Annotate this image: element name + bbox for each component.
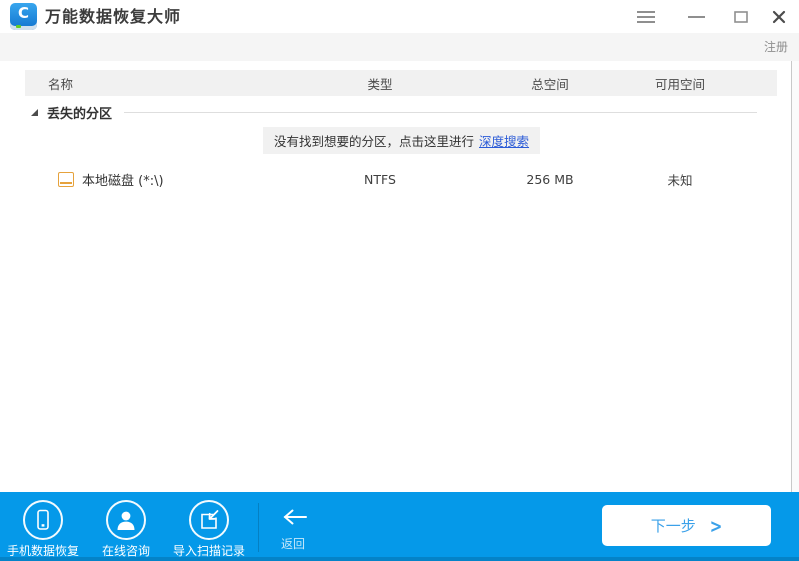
- app-window: C 万能数据恢复大师 注册 名称 类型 总空间 可用空间 丢失的分区 没有找到想…: [0, 0, 799, 561]
- app-logo-letter: C: [17, 4, 29, 22]
- expander-icon[interactable]: [31, 108, 38, 116]
- disk-type-label: NTFS: [364, 171, 396, 187]
- close-button[interactable]: [763, 0, 795, 33]
- register-link[interactable]: 注册: [764, 33, 788, 61]
- window-right-edge: [791, 61, 799, 492]
- phone-recovery-button[interactable]: 手机数据恢复: [2, 500, 84, 559]
- group-divider-line: [124, 111, 757, 113]
- menu-icon: [637, 10, 655, 23]
- left-arrow-icon: [283, 509, 307, 525]
- import-icon: [189, 500, 229, 540]
- register-strip: 注册: [0, 33, 799, 61]
- back-label: 返回: [281, 537, 306, 551]
- column-header-total: 总空间: [531, 76, 569, 92]
- notice-text: 没有找到想要的分区，点击这里进行: [273, 134, 474, 149]
- column-header-name: 名称: [48, 76, 74, 92]
- disk-total-label: 256 MB: [526, 171, 574, 187]
- deep-search-link[interactable]: 深度搜索: [479, 131, 529, 150]
- online-consult-button[interactable]: 在线咨询: [85, 500, 167, 559]
- group-label: 丢失的分区: [47, 106, 113, 122]
- maximize-icon: [734, 10, 748, 23]
- window-title: 万能数据恢复大师: [45, 7, 182, 26]
- chevron-right-icon: >: [709, 514, 723, 537]
- column-header-free: 可用空间: [654, 76, 705, 92]
- deep-search-notice: 没有找到想要的分区，点击这里进行 深度搜索: [263, 127, 540, 154]
- import-scan-button[interactable]: 导入扫描记录: [167, 500, 251, 559]
- column-header-type: 类型: [367, 76, 393, 92]
- app-logo-icon: C: [10, 3, 37, 30]
- minimize-button[interactable]: [680, 0, 712, 33]
- next-step-label: 下一步: [650, 517, 696, 535]
- back-button[interactable]: 返回: [281, 508, 308, 552]
- menu-button[interactable]: [630, 0, 662, 33]
- bottom-toolbar: 手机数据恢复 在线咨询 导入扫描记录 返回 下一步 >: [0, 492, 799, 561]
- maximize-button[interactable]: [725, 0, 757, 33]
- phone-icon: [23, 500, 63, 540]
- person-icon: [106, 500, 146, 540]
- minimize-icon: [687, 15, 705, 18]
- disk-free-label: 未知: [667, 172, 693, 188]
- table-header: 名称 类型 总空间 可用空间: [25, 70, 777, 96]
- toolbar-divider: [258, 503, 259, 552]
- drive-icon: [58, 171, 74, 187]
- close-icon: [772, 10, 786, 23]
- toolbar-bottom-shade: [0, 557, 799, 561]
- group-row-lost-partitions: 丢失的分区: [25, 100, 777, 124]
- next-step-button[interactable]: 下一步 >: [602, 505, 771, 546]
- disk-name-label: 本地磁盘 (*:\): [82, 173, 164, 189]
- table-row-local-disk[interactable]: 本地磁盘 (*:\) NTFS 256 MB 未知: [25, 162, 777, 196]
- title-bar: C 万能数据恢复大师: [0, 0, 799, 33]
- app-logo-led: [16, 25, 21, 28]
